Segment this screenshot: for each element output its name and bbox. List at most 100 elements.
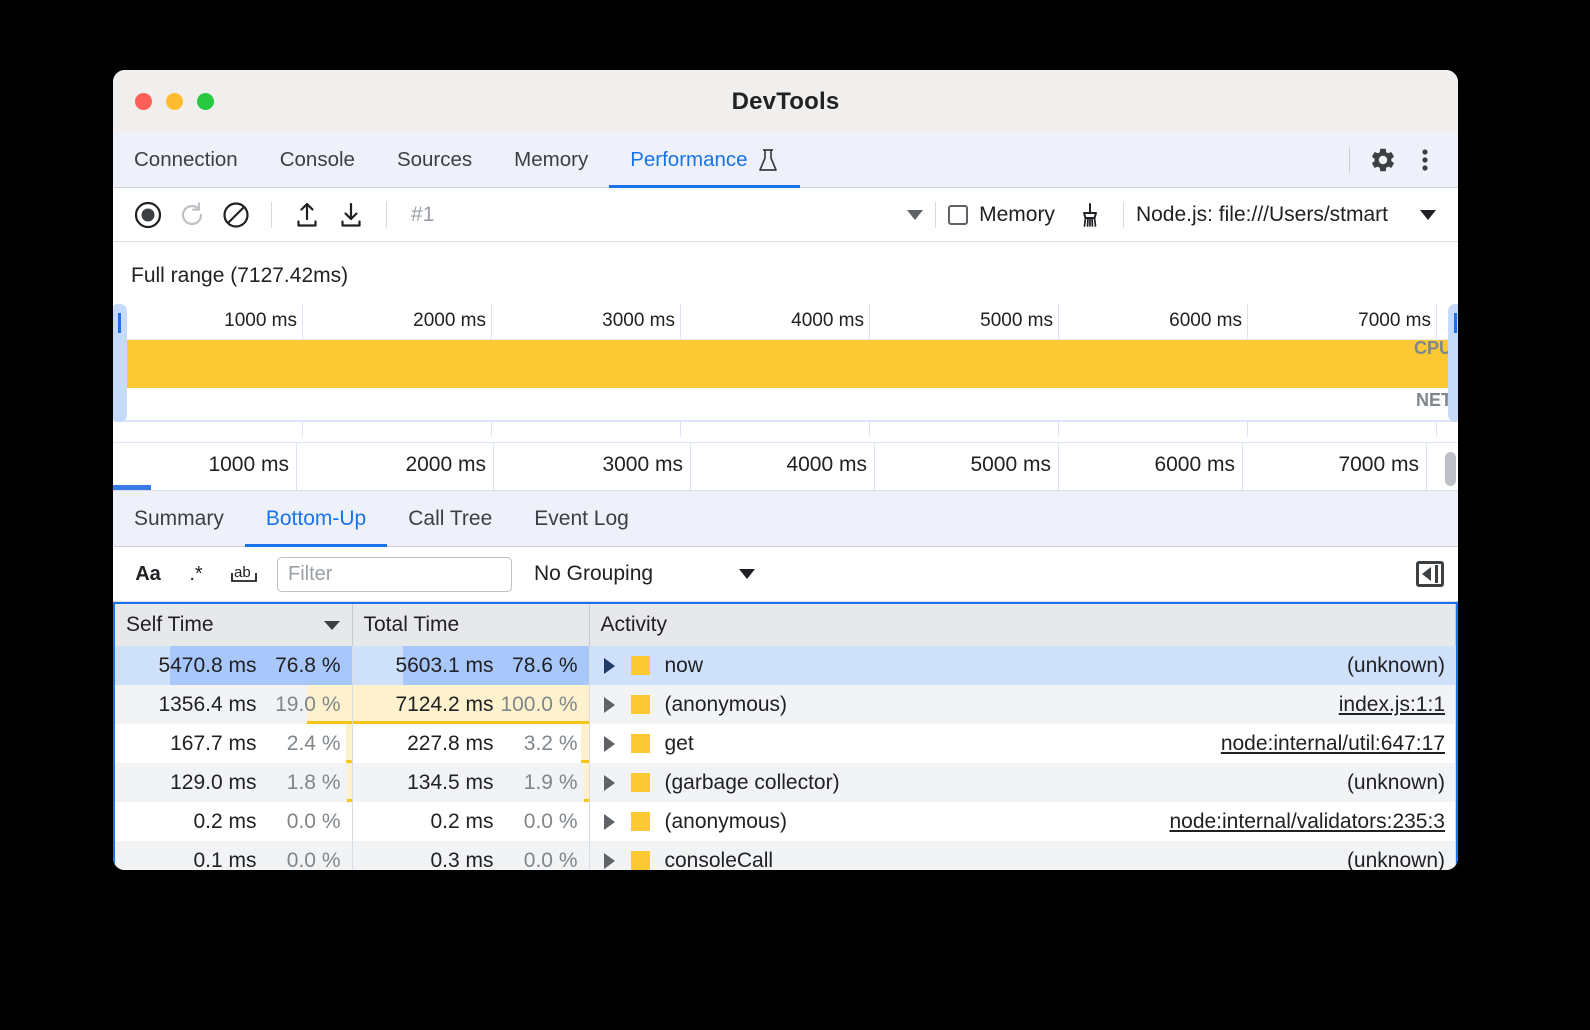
flask-icon [757,148,779,173]
cell-total-time: 7124.2 ms 100.0 % [352,685,589,724]
activity-name: (garbage collector) [665,771,840,795]
record-circle-icon[interactable] [127,194,169,236]
tick-label: 7000 ms [1338,453,1419,477]
overview-grid[interactable]: 1000 ms 2000 ms 3000 ms 4000 ms 5000 ms … [115,304,1458,442]
gear-icon[interactable] [1364,141,1402,179]
tab-call-tree[interactable]: Call Tree [387,491,513,546]
cell-total-time: 134.5 ms 1.9 % [352,763,589,802]
tick-label: 4000 ms [791,310,864,332]
self-time-value: 5470.8 ms [158,654,256,678]
tick-label: 7000 ms [1358,310,1431,332]
cell-activity: (anonymous) index.js:1:1 [589,685,1456,724]
total-time-percent: 0.0 % [494,810,578,834]
timeline-ruler-bottom: 1000 ms 2000 ms 3000 ms 4000 ms 5000 ms … [113,442,1458,490]
tab-performance[interactable]: Performance [609,133,799,187]
target-selector-label[interactable]: Node.js: file:///Users/stmart [1136,203,1388,227]
table-row[interactable]: 0.1 ms 0.0 % 0.3 ms 0.0 % [115,841,1456,870]
net-activity-band [115,388,1454,422]
total-time-bar [581,724,589,763]
grouping-selector[interactable]: No Grouping [534,562,755,586]
activity-color-swatch [631,773,650,792]
disclosure-triangle-icon[interactable] [604,853,615,869]
activity-source-link[interactable]: index.js:1:1 [1323,693,1445,717]
disclosure-triangle-icon[interactable] [604,658,615,674]
tab-label: Performance [630,148,747,172]
tab-label: Memory [514,148,588,172]
recording-selector-label[interactable]: #1 [401,203,444,227]
activity-source-link[interactable]: node:internal/util:647:17 [1205,732,1445,756]
cell-self-time: 1356.4 ms 19.0 % [115,685,352,724]
reload-icon[interactable] [171,194,213,236]
regex-icon[interactable]: .* [175,555,217,593]
tab-memory[interactable]: Memory [493,133,609,187]
tick-label: 5000 ms [970,453,1051,477]
divider [271,202,272,228]
tab-label: Console [280,148,355,172]
table-row[interactable]: 0.2 ms 0.0 % 0.2 ms 0.0 % [115,802,1456,841]
horizontal-scrollbar[interactable] [113,485,151,490]
disclosure-triangle-icon[interactable] [604,814,615,830]
table-header-row: Self Time Total Time Activity [115,604,1456,646]
activity-source-link[interactable]: node:internal/validators:235:3 [1153,810,1445,834]
table-row[interactable]: 1356.4 ms 19.0 % 7124.2 ms 100.0 % [115,685,1456,724]
self-time-value: 167.7 ms [170,732,256,756]
column-header-self-time[interactable]: Self Time [115,604,352,646]
self-time-percent: 1.8 % [257,771,341,795]
self-time-bar [346,724,352,763]
self-time-value: 0.1 ms [193,849,256,871]
table-row[interactable]: 167.7 ms 2.4 % 227.8 ms 3.2 % [115,724,1456,763]
window-title: DevTools [113,70,1458,133]
tab-console[interactable]: Console [259,133,376,187]
whole-word-icon[interactable]: ab [223,555,265,593]
filter-input[interactable] [277,557,512,592]
disclosure-triangle-icon[interactable] [604,697,615,713]
activity-name: (anonymous) [665,810,788,834]
cpu-activity-band [115,340,1454,388]
range-handle-right[interactable] [1448,304,1458,422]
tick-label: 2000 ms [413,310,486,332]
tick-label: 2000 ms [405,453,486,477]
memory-checkbox[interactable] [948,205,968,225]
title-bar: DevTools [113,70,1458,133]
vertical-scrollbar-thumb[interactable] [1445,452,1456,486]
activity-color-swatch [631,812,650,831]
recording-selector-chevron-down-icon[interactable] [907,210,923,220]
cell-activity: get node:internal/util:647:17 [589,724,1456,763]
clear-circle-slash-icon[interactable] [215,194,257,236]
tick-label: 6000 ms [1169,310,1242,332]
divider [1349,147,1350,173]
table-body: 5470.8 ms 76.8 % 5603.1 ms 78.6 % [115,646,1456,870]
match-case-icon[interactable]: Aa [127,555,169,593]
tab-event-log[interactable]: Event Log [513,491,650,546]
cell-activity: now (unknown) [589,646,1456,685]
cell-activity: consoleCall (unknown) [589,841,1456,870]
overview-ruler-top: 1000 ms 2000 ms 3000 ms 4000 ms 5000 ms … [115,304,1458,340]
collect-garbage-broom-icon[interactable] [1069,194,1111,236]
column-header-total-time[interactable]: Total Time [352,604,589,646]
table-row[interactable]: 129.0 ms 1.8 % 134.5 ms 1.9 % [115,763,1456,802]
cell-self-time: 5470.8 ms 76.8 % [115,646,352,685]
range-handle-left[interactable] [113,304,127,422]
download-icon[interactable] [330,194,372,236]
self-time-bar [347,763,351,802]
tab-label: Call Tree [408,507,492,531]
disclosure-triangle-icon[interactable] [604,775,615,791]
kebab-menu-icon[interactable] [1406,141,1444,179]
sidebar-toggle-icon[interactable] [1416,561,1444,587]
tab-bottom-up[interactable]: Bottom-Up [245,491,387,546]
column-header-activity[interactable]: Activity [589,604,1456,646]
self-time-percent: 0.0 % [257,849,341,871]
self-time-percent: 76.8 % [257,654,341,678]
cell-self-time: 167.7 ms 2.4 % [115,724,352,763]
tab-summary[interactable]: Summary [113,491,245,546]
upload-icon[interactable] [286,194,328,236]
disclosure-triangle-icon[interactable] [604,736,615,752]
tick-label: 3000 ms [602,310,675,332]
table-row[interactable]: 5470.8 ms 76.8 % 5603.1 ms 78.6 % [115,646,1456,685]
tab-connection[interactable]: Connection [113,133,259,187]
target-selector-chevron-down-icon[interactable] [1420,210,1436,220]
tab-sources[interactable]: Sources [376,133,493,187]
total-time-value: 134.5 ms [407,771,493,795]
total-time-percent: 78.6 % [494,654,578,678]
tab-label: Bottom-Up [266,507,366,531]
